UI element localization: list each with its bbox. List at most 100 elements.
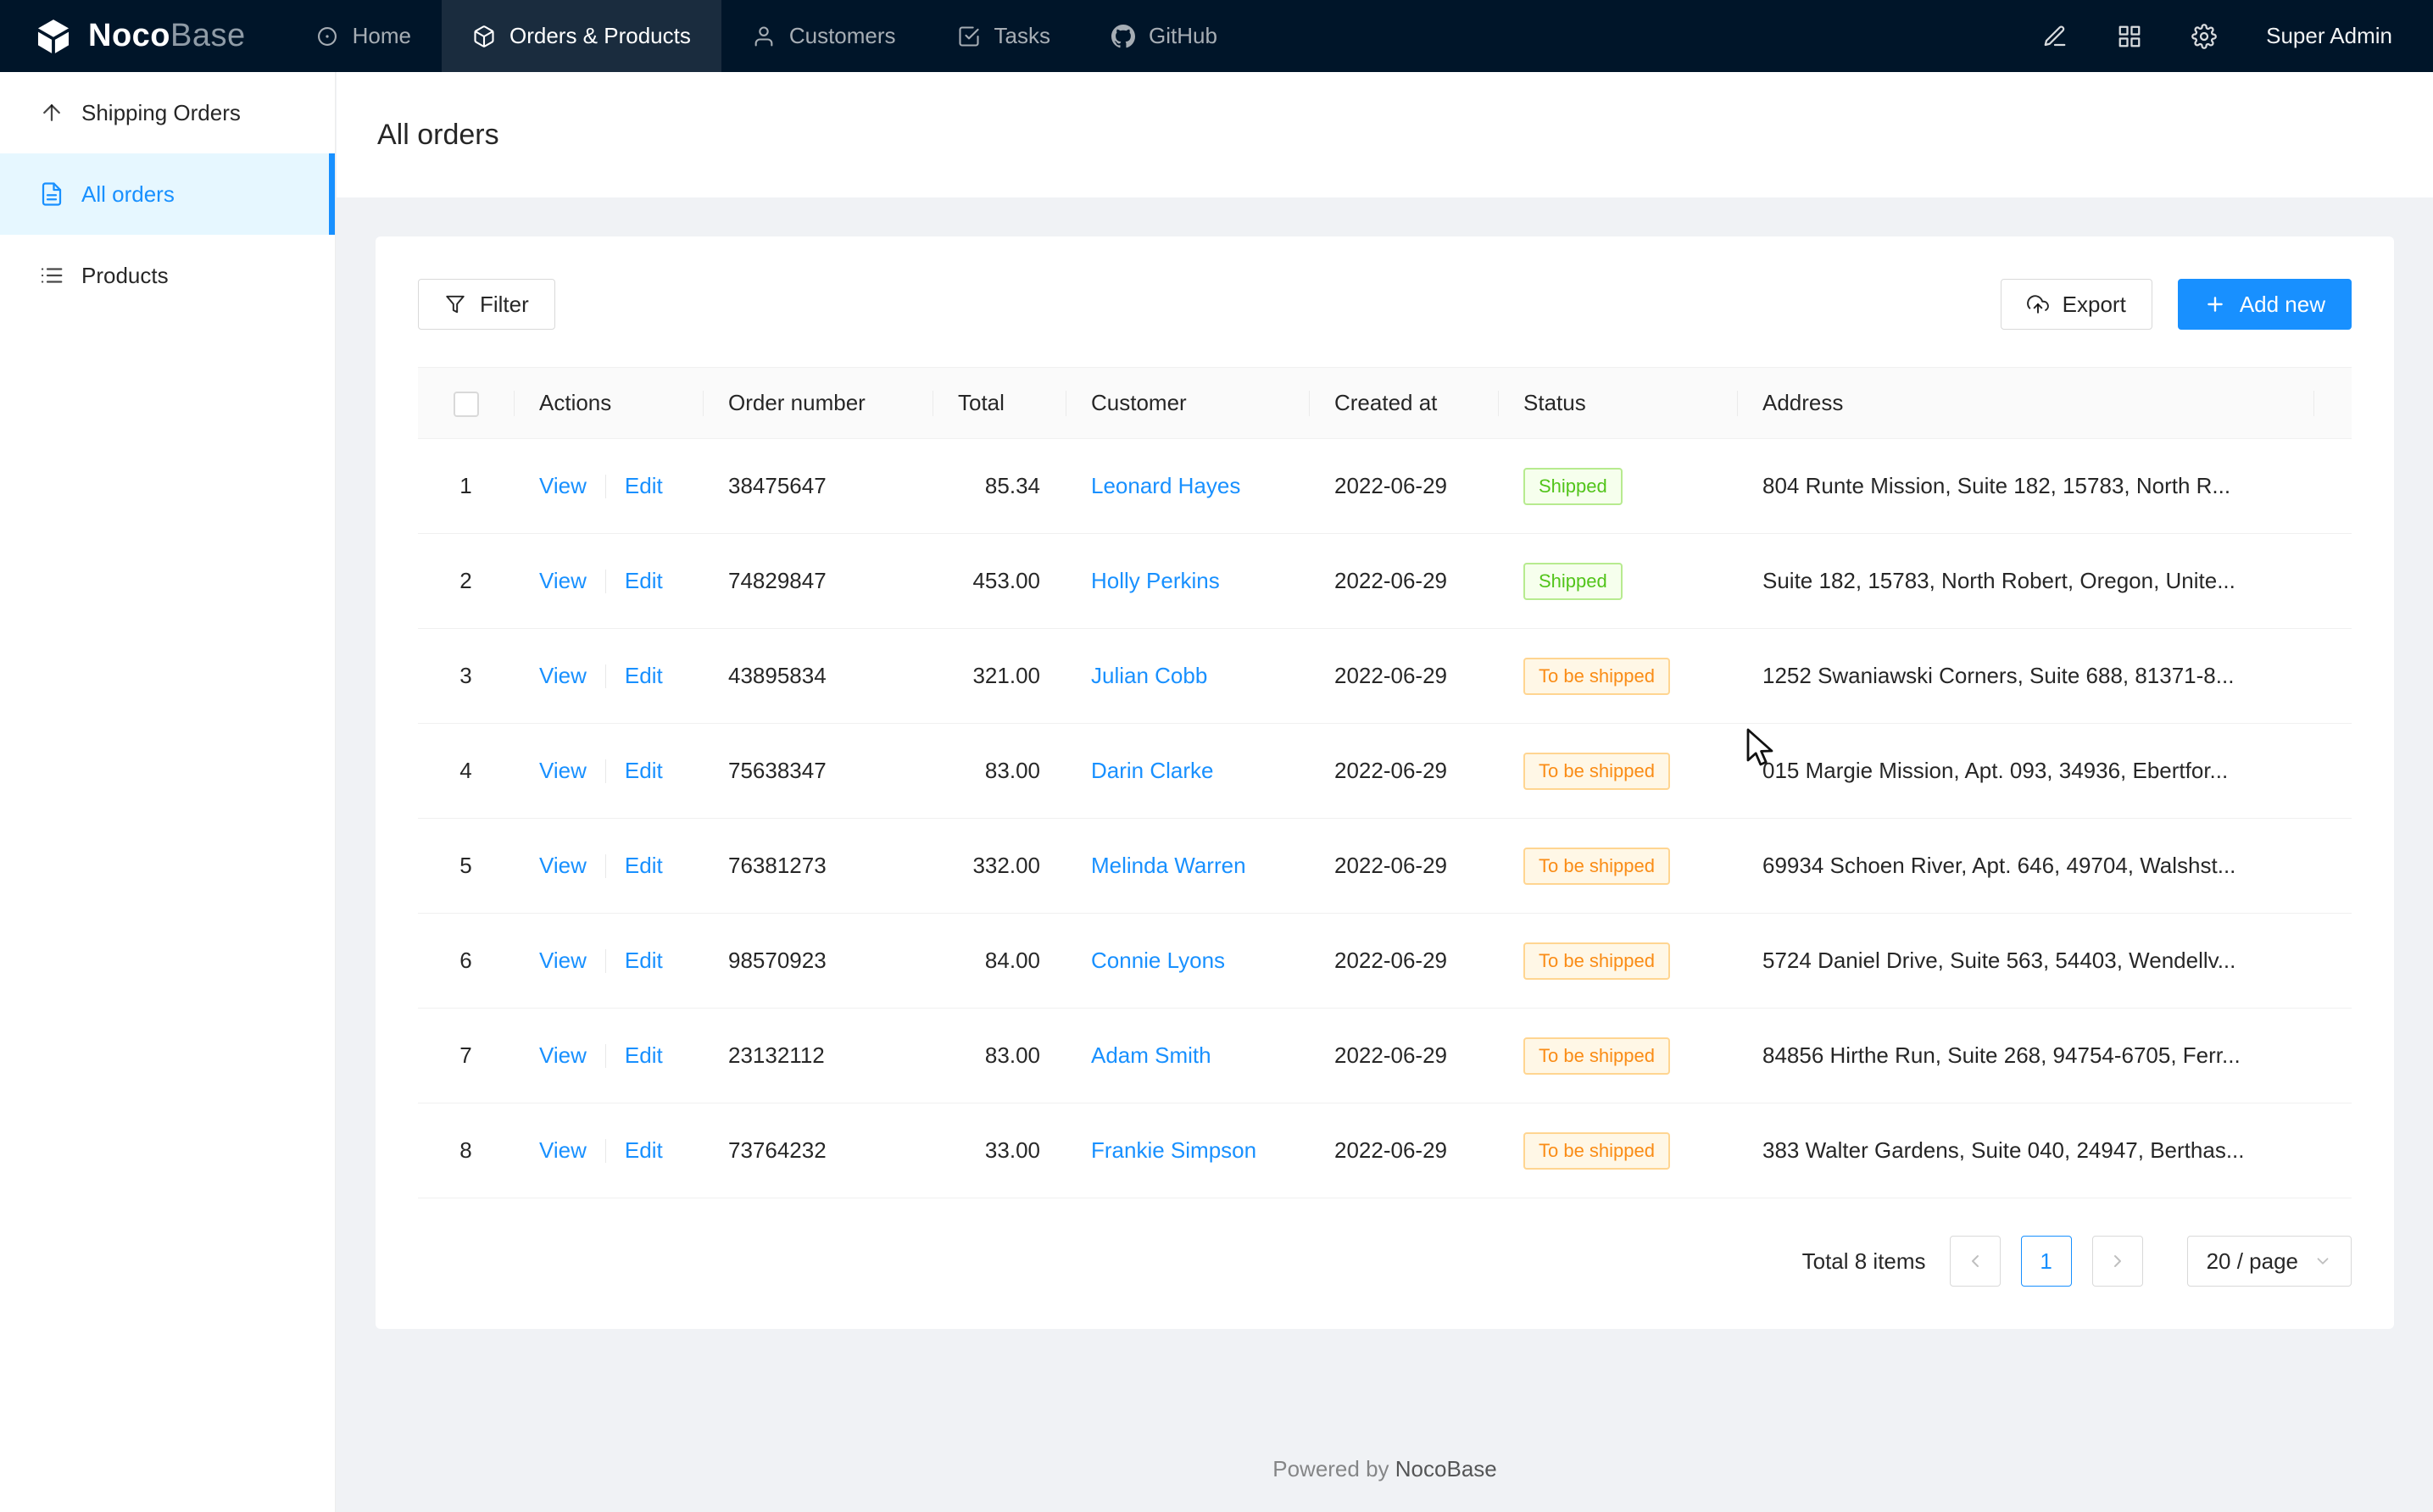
table-row: 3 ViewEdit 43895834 321.00 Julian Cobb 2… (418, 629, 2352, 724)
filler-cell (2313, 724, 2352, 819)
customer-cell: Julian Cobb (1066, 629, 1309, 724)
created-at-cell: 2022-06-29 (1309, 724, 1498, 819)
github-icon (1111, 25, 1135, 48)
customer-link[interactable]: Adam Smith (1091, 1042, 1211, 1068)
view-link[interactable]: View (539, 1137, 587, 1163)
edit-link[interactable]: Edit (625, 473, 663, 498)
toolbar-right: Export Add new (2001, 279, 2352, 330)
apps-grid-icon[interactable] (2117, 24, 2142, 49)
export-icon (2027, 293, 2049, 315)
status-cell: To be shipped (1498, 1103, 1737, 1198)
customer-cell: Darin Clarke (1066, 724, 1309, 819)
customer-cell: Leonard Hayes (1066, 439, 1309, 534)
add-new-button[interactable]: Add new (2178, 279, 2352, 330)
highlight-icon[interactable] (2042, 24, 2068, 49)
status-cell: To be shipped (1498, 914, 1737, 1009)
total-cell: 33.00 (933, 1103, 1066, 1198)
page-number-button[interactable]: 1 (2021, 1236, 2072, 1287)
filler-cell (2313, 534, 2352, 629)
address-cell: 015 Margie Mission, Apt. 093, 34936, Ebe… (1737, 724, 2313, 819)
list-icon (39, 263, 64, 288)
user-menu[interactable]: Super Admin (2266, 23, 2392, 49)
status-badge: To be shipped (1523, 1132, 1670, 1170)
view-link[interactable]: View (539, 473, 587, 498)
created-at-cell: 2022-06-29 (1309, 629, 1498, 724)
nav-label: Tasks (994, 23, 1050, 49)
row-index: 4 (418, 724, 514, 819)
next-page-button[interactable] (2092, 1236, 2143, 1287)
settings-gear-icon[interactable] (2191, 24, 2217, 49)
edit-link[interactable]: Edit (625, 853, 663, 878)
edit-link[interactable]: Edit (625, 948, 663, 973)
status-cell: To be shipped (1498, 1009, 1737, 1103)
customer-link[interactable]: Julian Cobb (1091, 663, 1207, 688)
customer-link[interactable]: Holly Perkins (1091, 568, 1220, 593)
status-badge: To be shipped (1523, 942, 1670, 980)
total-cell: 83.00 (933, 1009, 1066, 1103)
filler-cell (2313, 629, 2352, 724)
nav-item-customers[interactable]: Customers (721, 0, 927, 72)
edit-link[interactable]: Edit (625, 568, 663, 593)
total-cell: 453.00 (933, 534, 1066, 629)
export-button[interactable]: Export (2001, 279, 2152, 330)
pagination: Total 8 items 1 20 / page (418, 1236, 2352, 1287)
sidebar-item-products[interactable]: Products (0, 235, 335, 316)
view-link[interactable]: View (539, 948, 587, 973)
action-divider (605, 570, 606, 593)
col-header-total: Total (933, 368, 1066, 439)
page-title: All orders (377, 119, 499, 152)
edit-link[interactable]: Edit (625, 1042, 663, 1068)
edit-link[interactable]: Edit (625, 758, 663, 783)
actions-cell: View Edit (514, 819, 703, 914)
sidebar-item-shipping-orders[interactable]: Shipping Orders (0, 72, 335, 153)
filter-button[interactable]: Filter (418, 279, 555, 330)
view-link[interactable]: View (539, 758, 587, 783)
view-link[interactable]: View (539, 663, 587, 688)
table-row: 2 ViewEdit 74829847 453.00 Holly Perkins… (418, 534, 2352, 629)
brand-home-link[interactable]: NocoBase (0, 0, 285, 72)
view-link[interactable]: View (539, 1042, 587, 1068)
table-row: 8 ViewEdit 73764232 33.00 Frankie Simpso… (418, 1103, 2352, 1198)
customer-link[interactable]: Connie Lyons (1091, 948, 1225, 973)
customer-link[interactable]: Leonard Hayes (1091, 473, 1240, 498)
view-link[interactable]: View (539, 853, 587, 878)
customer-cell: Connie Lyons (1066, 914, 1309, 1009)
view-link[interactable]: View (539, 568, 587, 593)
status-badge: Shipped (1523, 468, 1623, 505)
nav-item-home[interactable]: Home (285, 0, 442, 72)
customer-cell: Holly Perkins (1066, 534, 1309, 629)
nav-item-github[interactable]: GitHub (1081, 0, 1248, 72)
customer-link[interactable]: Darin Clarke (1091, 758, 1214, 783)
page-header: All orders (337, 72, 2433, 197)
address-cell: 383 Walter Gardens, Suite 040, 24947, Be… (1737, 1103, 2313, 1198)
status-cell: Shipped (1498, 439, 1737, 534)
total-cell: 332.00 (933, 819, 1066, 914)
sidebar-item-all-orders[interactable]: All orders (0, 153, 335, 235)
footer: Powered by NocoBase (376, 1456, 2394, 1482)
footer-text: Powered by (1272, 1456, 1389, 1481)
edit-link[interactable]: Edit (625, 663, 663, 688)
filler-cell (2313, 1103, 2352, 1198)
page-size-select[interactable]: 20 / page (2187, 1236, 2352, 1287)
add-new-button-label: Add new (2240, 292, 2325, 318)
sidebar-item-label: All orders (81, 181, 175, 208)
col-header-customer: Customer (1066, 368, 1309, 439)
action-divider (605, 475, 606, 498)
page-size-value: 20 / page (2207, 1248, 2298, 1275)
prev-page-button[interactable] (1950, 1236, 2001, 1287)
customer-link[interactable]: Melinda Warren (1091, 853, 1246, 878)
table-row: 4 ViewEdit 75638347 83.00 Darin Clarke 2… (418, 724, 2352, 819)
customer-cell: Frankie Simpson (1066, 1103, 1309, 1198)
select-all-checkbox[interactable] (454, 392, 479, 417)
order-number-cell: 38475647 (703, 439, 933, 534)
order-number-cell: 74829847 (703, 534, 933, 629)
edit-link[interactable]: Edit (625, 1137, 663, 1163)
nav-item-tasks[interactable]: Tasks (927, 0, 1081, 72)
nav-item-orders-products[interactable]: Orders & Products (442, 0, 721, 72)
actions-cell: View Edit (514, 629, 703, 724)
address-cell: 69934 Schoen River, Apt. 646, 49704, Wal… (1737, 819, 2313, 914)
customer-cell: Adam Smith (1066, 1009, 1309, 1103)
home-icon (315, 25, 339, 48)
customer-link[interactable]: Frankie Simpson (1091, 1137, 1256, 1163)
filter-button-label: Filter (480, 292, 529, 318)
